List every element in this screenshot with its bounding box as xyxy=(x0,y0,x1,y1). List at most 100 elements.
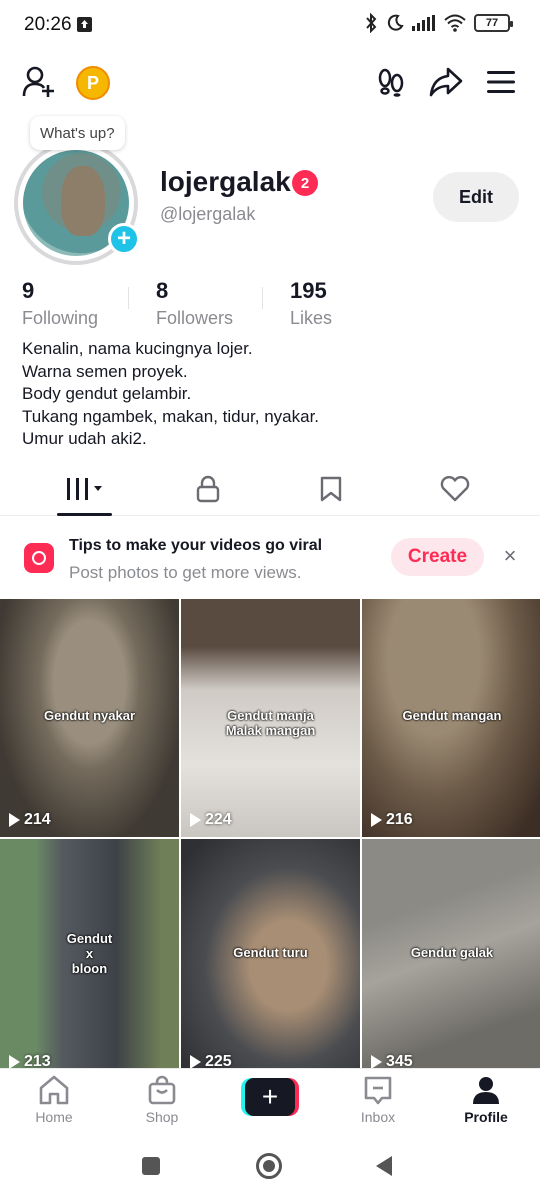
battery-icon: 77 xyxy=(474,14,513,32)
upload-notification-icon xyxy=(77,17,92,32)
nav-profile[interactable]: Profile xyxy=(441,1075,531,1133)
video-tile[interactable]: Gendut mangan 216 xyxy=(362,599,540,837)
stat-following[interactable]: 9 Following xyxy=(22,278,98,329)
status-bar: 20:26 77 xyxy=(0,0,540,52)
menu-icon[interactable] xyxy=(487,70,515,94)
video-tile[interactable]: Gendut nyakar 214 xyxy=(0,599,179,837)
shopping-bag-icon xyxy=(148,1075,176,1105)
bookmark-icon xyxy=(320,476,342,502)
likes-label: Likes xyxy=(290,308,333,328)
profile-stats: 9 Following 8 Followers 195 Likes xyxy=(0,278,540,328)
back-triangle-icon[interactable] xyxy=(374,1154,394,1178)
video-views: 214 xyxy=(9,811,51,829)
video-tile[interactable]: Gendut galak 345 xyxy=(362,839,540,1069)
video-grid: Gendut nyakar 214 Gendut manja Malak man… xyxy=(0,599,540,1069)
tips-subtitle: Post photos to get more views. xyxy=(69,563,302,582)
wifi-icon xyxy=(444,14,466,32)
video-views: 213 xyxy=(9,1053,51,1069)
nav-shop-label: Shop xyxy=(145,1109,179,1125)
tab-saved[interactable] xyxy=(281,462,381,516)
video-caption: Gendut x bloon xyxy=(66,931,113,976)
camera-icon xyxy=(24,543,54,573)
nav-home[interactable]: Home xyxy=(9,1075,99,1133)
plus-icon: + xyxy=(245,1078,295,1116)
view-count: 225 xyxy=(205,1053,232,1069)
video-caption: Gendut turu xyxy=(233,944,308,960)
user-handle: @lojergalak xyxy=(160,204,256,224)
heart-icon xyxy=(440,476,470,502)
stat-followers[interactable]: 8 Followers xyxy=(156,278,233,329)
video-views: 225 xyxy=(190,1053,232,1069)
status-icons: 77 xyxy=(364,13,513,33)
create-video-button[interactable]: + xyxy=(241,1078,299,1116)
video-views: 216 xyxy=(371,811,413,829)
stat-likes[interactable]: 195 Likes xyxy=(290,278,332,329)
whats-up-bubble[interactable]: What's up? xyxy=(30,116,125,150)
play-icon xyxy=(9,813,20,827)
view-count: 213 xyxy=(24,1053,51,1069)
video-caption: Gendut galak xyxy=(410,944,494,960)
video-views: 345 xyxy=(371,1053,413,1069)
nav-home-label: Home xyxy=(35,1109,73,1125)
stat-divider xyxy=(262,287,263,309)
following-count: 9 xyxy=(22,278,35,303)
inbox-icon xyxy=(364,1076,392,1105)
nav-shop[interactable]: Shop xyxy=(117,1075,207,1133)
notification-badge: 2 xyxy=(292,170,318,196)
tab-videos[interactable] xyxy=(35,462,135,516)
video-caption: Gendut nyakar xyxy=(43,708,136,724)
nav-inbox[interactable]: Inbox xyxy=(333,1075,423,1133)
home-circle-icon[interactable] xyxy=(255,1152,283,1180)
active-tab-indicator xyxy=(57,513,112,516)
stat-divider xyxy=(128,287,129,309)
following-label: Following xyxy=(22,308,99,328)
recents-square-icon[interactable] xyxy=(141,1156,161,1176)
video-tile[interactable]: Gendut manja Malak mangan 224 xyxy=(181,599,360,837)
bluetooth-icon xyxy=(366,13,377,33)
video-tile[interactable]: Gendut x bloon 213 xyxy=(0,839,179,1069)
play-icon xyxy=(9,1055,20,1069)
bio-line: Umur udah aki2. xyxy=(22,429,147,448)
play-icon xyxy=(371,813,382,827)
tab-private[interactable] xyxy=(158,462,258,516)
footprints-icon[interactable] xyxy=(376,67,406,97)
view-count: 224 xyxy=(205,811,232,828)
video-views: 224 xyxy=(190,811,232,829)
bio-line: Body gendut gelambir. xyxy=(22,384,192,403)
bio-line: Warna semen proyek. xyxy=(22,361,188,381)
tips-banner: Tips to make your videos go viral Post p… xyxy=(0,524,540,594)
likes-count: 195 xyxy=(290,278,327,303)
do-not-disturb-moon-icon xyxy=(387,14,404,31)
video-tile[interactable]: Gendut turu 225 xyxy=(181,839,360,1069)
bottom-nav: Home Shop + Inbox Profile xyxy=(0,1068,540,1136)
play-icon xyxy=(371,1055,382,1069)
lock-icon xyxy=(196,475,220,503)
coins-icon[interactable]: P xyxy=(76,66,110,100)
play-icon xyxy=(190,1055,201,1069)
home-icon xyxy=(39,1075,69,1105)
status-time: 20:26 xyxy=(24,14,72,35)
add-friend-icon[interactable] xyxy=(22,65,56,99)
nav-profile-label: Profile xyxy=(464,1109,508,1125)
view-count: 216 xyxy=(386,811,413,828)
bio-line: Kenalin, nama kucingnya lojer. xyxy=(22,339,253,358)
content-tabs xyxy=(0,462,540,516)
profile-top-bar: P xyxy=(0,58,540,106)
video-grid-icon xyxy=(67,478,102,500)
play-icon xyxy=(190,813,201,827)
signal-icon xyxy=(412,15,435,31)
profile-icon xyxy=(473,1077,499,1104)
avatar[interactable]: + xyxy=(14,141,148,265)
tips-title: Tips to make your videos go viral xyxy=(69,537,323,554)
view-count: 345 xyxy=(386,1053,413,1069)
close-icon[interactable]: × xyxy=(500,545,520,567)
tab-liked[interactable] xyxy=(405,462,505,516)
edit-profile-button[interactable]: Edit xyxy=(433,172,519,222)
video-caption: Gendut manja Malak mangan xyxy=(225,708,316,739)
share-icon[interactable] xyxy=(429,67,463,97)
followers-count: 8 xyxy=(156,278,169,303)
create-button[interactable]: Create xyxy=(391,538,484,576)
add-story-plus-icon[interactable]: + xyxy=(108,223,140,255)
followers-label: Followers xyxy=(156,308,234,328)
nav-inbox-label: Inbox xyxy=(360,1109,396,1125)
